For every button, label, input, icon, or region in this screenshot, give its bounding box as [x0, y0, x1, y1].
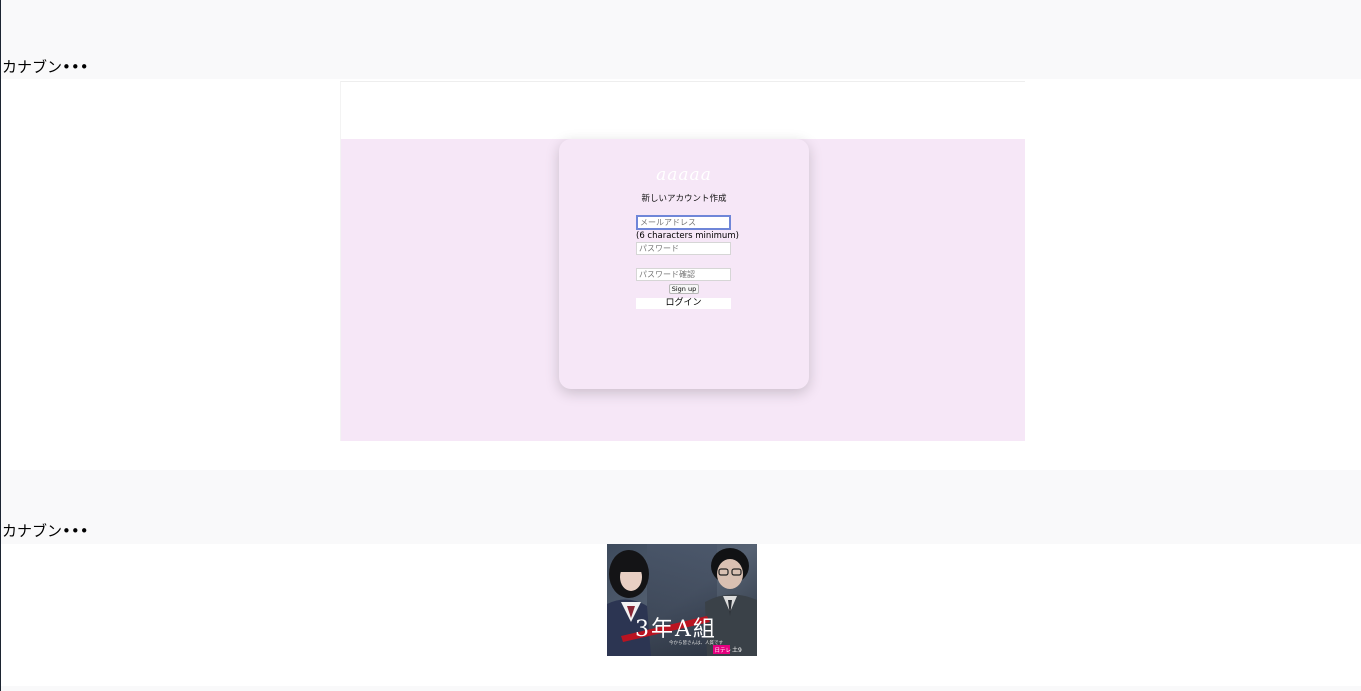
- screenshot-preview: aaaaa 新しいアカウント作成 (6 characters minimum) …: [340, 81, 1025, 441]
- post-title[interactable]: カナブン•••: [2, 522, 89, 540]
- signup-card: aaaaa 新しいアカウント作成 (6 characters minimum) …: [559, 139, 809, 389]
- post-header-band: [1, 470, 1361, 544]
- drama-poster-image: 3年A組 今から皆さんは、人質です 日テレ 土9: [607, 544, 757, 656]
- poster-subtitle: 今から皆さんは、人質です: [669, 639, 723, 646]
- password-field[interactable]: [636, 242, 731, 255]
- app-logo: aaaaa: [656, 165, 712, 185]
- network-badge: 日テレ: [715, 647, 732, 654]
- signup-button[interactable]: Sign up: [669, 284, 699, 294]
- poster-title: 3年A組: [635, 617, 717, 642]
- password-confirm-field[interactable]: [636, 268, 731, 281]
- post-header-band: [1, 0, 1361, 79]
- page: カナブン••• aaaaa 新しいアカウント作成 (6 characters m…: [0, 0, 1361, 691]
- post-footer-band: [1, 686, 1361, 691]
- timeslot-badge: 土9: [732, 646, 742, 654]
- post-title[interactable]: カナブン•••: [2, 58, 89, 76]
- email-field[interactable]: [636, 215, 731, 230]
- password-hint: (6 characters minimum): [636, 231, 739, 241]
- card-heading: 新しいアカウント作成: [641, 194, 727, 204]
- login-link[interactable]: ログイン: [636, 298, 731, 309]
